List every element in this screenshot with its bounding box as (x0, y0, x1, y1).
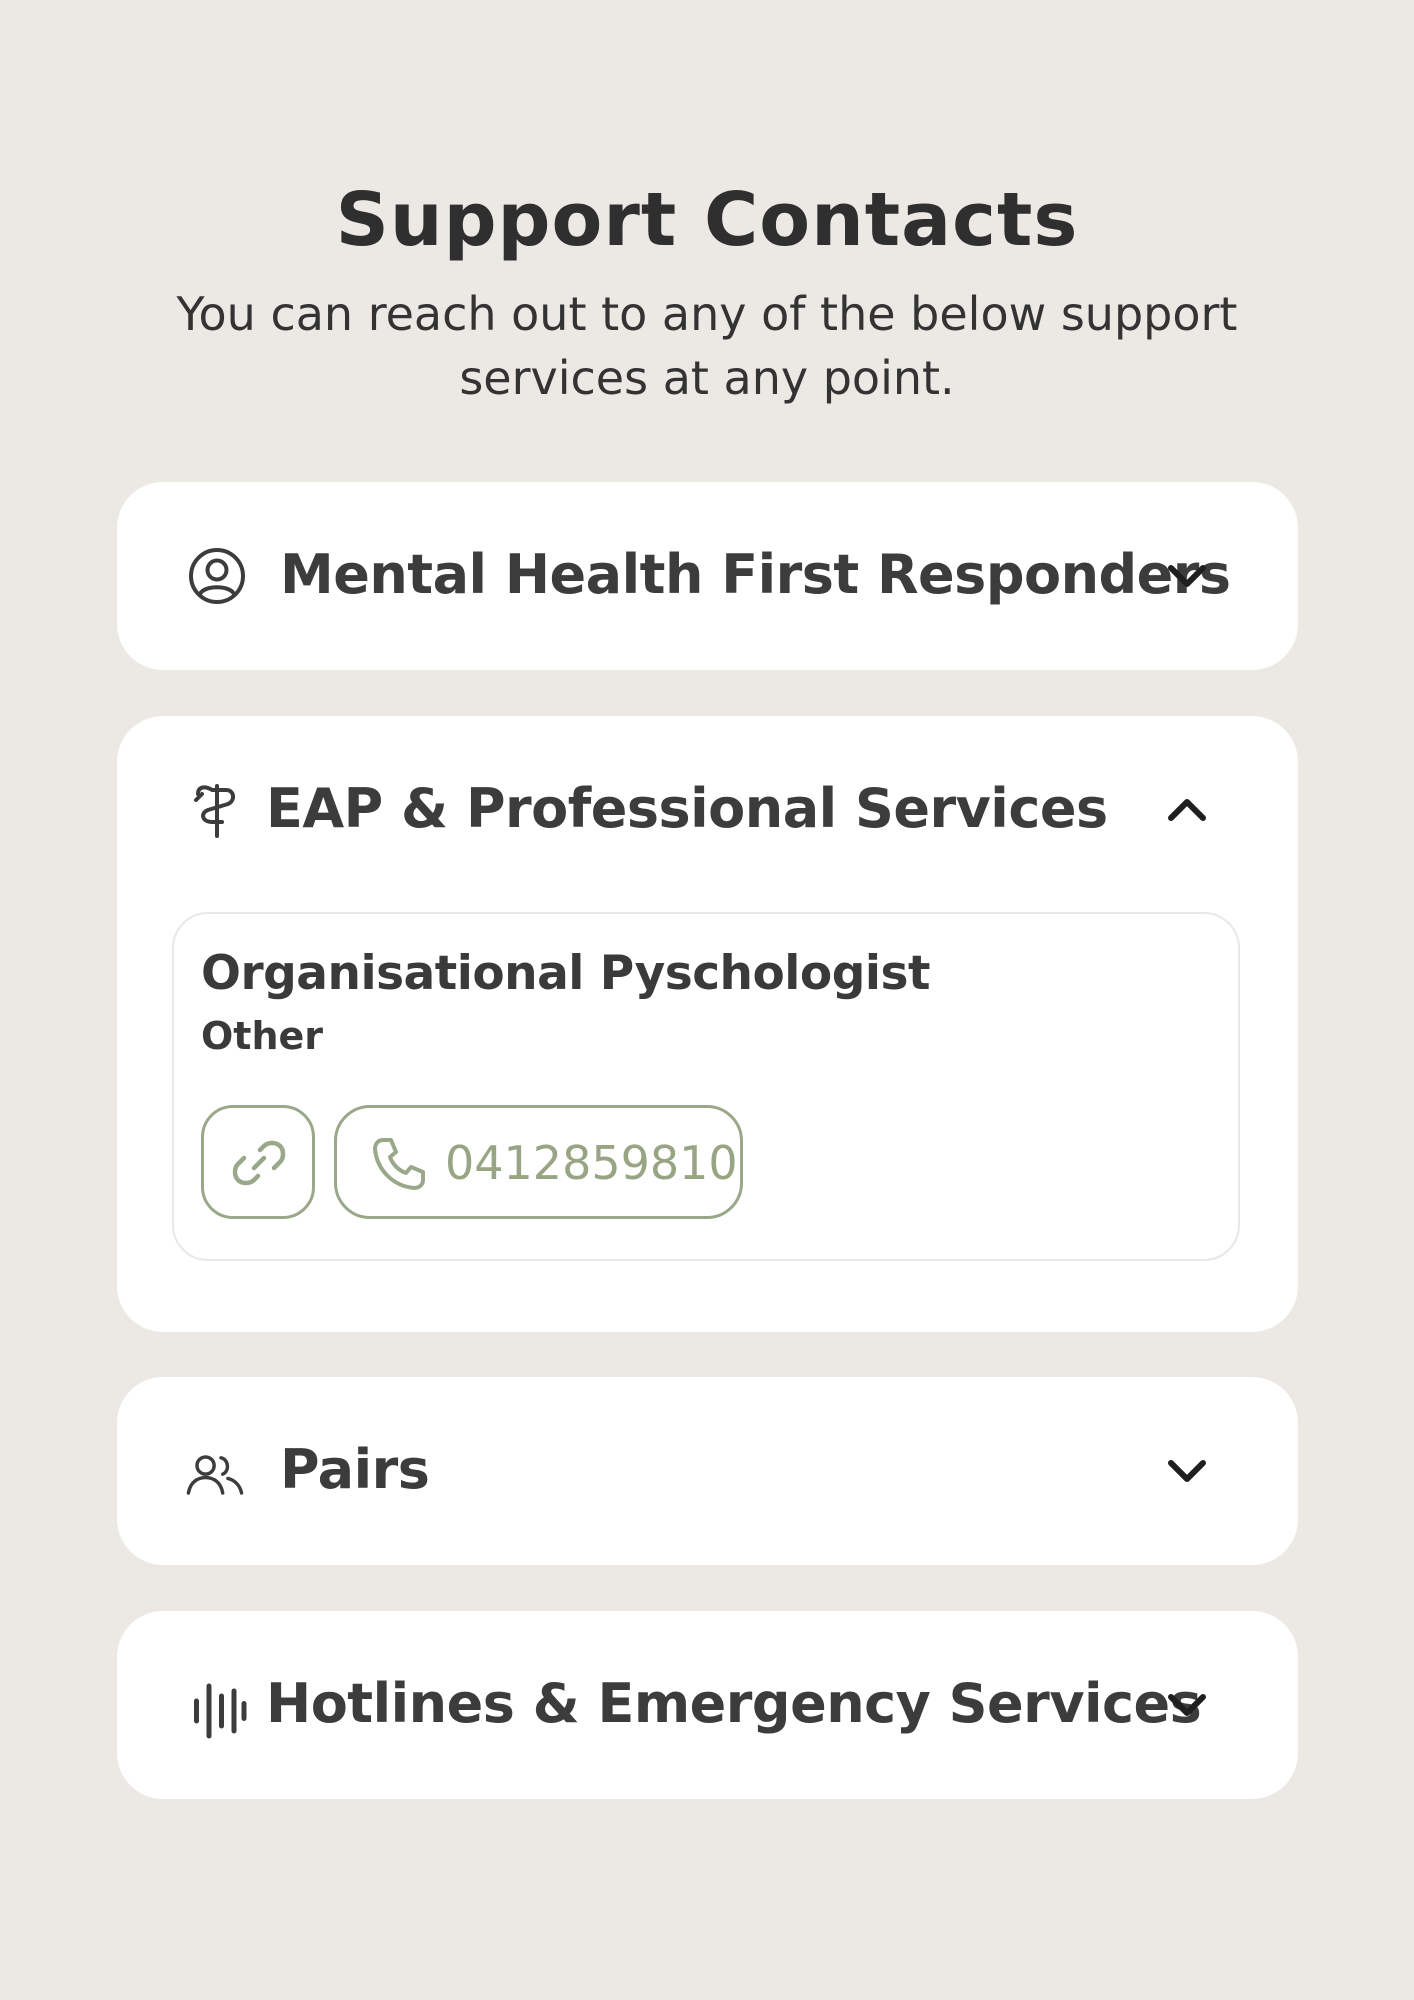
user-circle-icon (189, 548, 245, 604)
section-title: Hotlines & Emergency Services (266, 1672, 1202, 1735)
chevron-down-icon[interactable] (1163, 1681, 1211, 1729)
section-header-mental-health-first-responders[interactable]: Mental Health First Responders (117, 482, 1298, 670)
chevron-down-icon[interactable] (1163, 552, 1211, 600)
section-title: Mental Health First Responders (280, 543, 1231, 606)
users-icon (186, 1455, 244, 1495)
contact-name: Organisational Pyschologist (201, 946, 930, 1001)
page-subtitle: You can reach out to any of the below su… (176, 287, 1238, 405)
contact-card: Organisational Pyschologist Other 041285… (172, 912, 1240, 1261)
section-hotlines-emergency-services: Hotlines & Emergency Services (117, 1611, 1298, 1799)
section-pairs: Pairs (117, 1377, 1298, 1565)
section-mental-health-first-responders: Mental Health First Responders (117, 482, 1298, 670)
section-header-eap-professional-services[interactable]: EAP & Professional Services (117, 716, 1298, 904)
link-icon (232, 1140, 286, 1186)
section-title: Pairs (280, 1438, 430, 1501)
contact-phone-number: 0412859810 (445, 1136, 738, 1190)
section-header-hotlines-emergency-services[interactable]: Hotlines & Emergency Services (117, 1611, 1298, 1799)
audio-wave-icon (194, 1683, 247, 1739)
section-title: EAP & Professional Services (266, 777, 1108, 840)
chevron-up-icon[interactable] (1163, 786, 1211, 834)
page-title: Support Contacts (335, 177, 1079, 263)
contact-category: Other (201, 1014, 324, 1058)
caduceus-icon (194, 784, 235, 838)
phone-icon (373, 1138, 425, 1190)
chevron-down-icon[interactable] (1163, 1447, 1211, 1495)
contact-phone-button[interactable]: 0412859810 (334, 1105, 743, 1219)
contact-link-button[interactable] (201, 1105, 315, 1219)
section-eap-professional-services: EAP & Professional Services Organisation… (117, 716, 1298, 1332)
section-header-pairs[interactable]: Pairs (117, 1377, 1298, 1565)
